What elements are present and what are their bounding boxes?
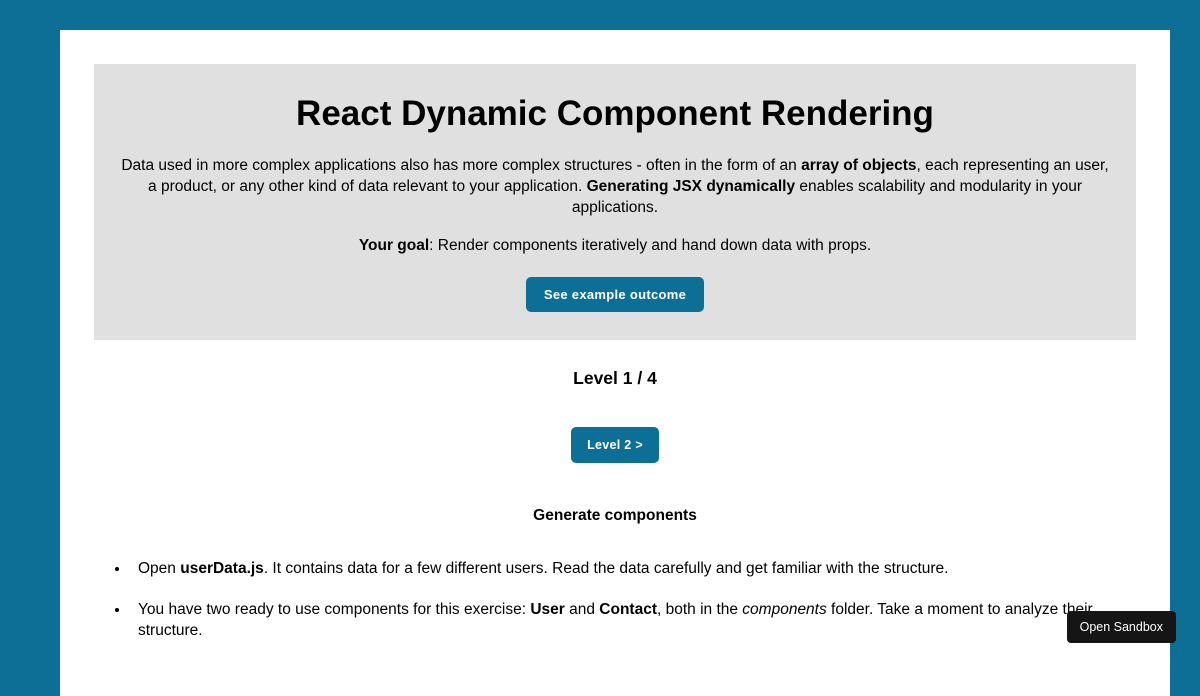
intro-paragraph: Data used in more complex applications a… [118,156,1112,219]
header-box: React Dynamic Component Rendering Data u… [94,64,1136,340]
open-sandbox-button[interactable]: Open Sandbox [1067,611,1176,643]
instruction-list: Open userData.js. It contains data for a… [94,559,1136,642]
list-item: You have two ready to use components for… [130,600,1136,642]
next-level-button[interactable]: Level 2 > [571,427,659,463]
goal-paragraph: Your goal: Render components iteratively… [118,237,1112,255]
page-title: React Dynamic Component Rendering [118,94,1112,134]
level-nav: Level 2 > [94,427,1136,463]
level-indicator: Level 1 / 4 [94,368,1136,389]
list-item: Open userData.js. It contains data for a… [130,559,1136,580]
section-title: Generate components [94,507,1136,525]
page-container: React Dynamic Component Rendering Data u… [60,30,1170,696]
see-example-button[interactable]: See example outcome [526,277,704,312]
